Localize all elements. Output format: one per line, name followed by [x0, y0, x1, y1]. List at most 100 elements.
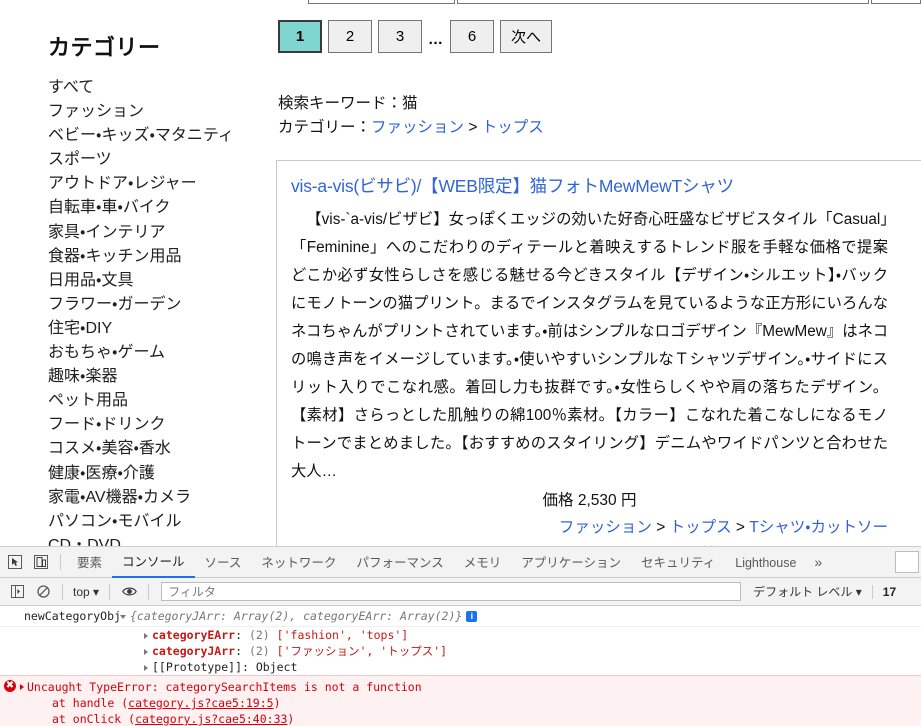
sidebar-item-pet[interactable]: ペット用品	[0, 389, 266, 413]
search-category-row: カテゴリー：ファッション > トップス	[278, 116, 544, 140]
stack-prefix-2: at onClick (	[52, 712, 135, 726]
devtools-tabbar: 要素 コンソール ソース ネットワーク パフォーマンス メモリ アプリケーション…	[0, 547, 921, 578]
tab-sources[interactable]: ソース	[195, 548, 252, 577]
expand-triangle-icon[interactable]	[120, 615, 126, 619]
search-keyword-row: 検索キーワード：猫	[278, 92, 544, 116]
tab-security[interactable]: セキュリティ	[631, 548, 725, 577]
tab-application[interactable]: アプリケーション	[511, 548, 631, 577]
console-context-value: top	[73, 585, 90, 599]
console-error-entry[interactable]: ✖ Uncaught TypeError: categorySearchItem…	[0, 675, 921, 726]
console-sidebar-toggle-icon[interactable]	[4, 579, 30, 605]
sidebar-title: カテゴリー	[48, 30, 266, 62]
pagination: 1 2 3 … 6 次へ	[278, 20, 558, 53]
console-context-selector[interactable]: top ▾	[69, 585, 103, 599]
more-tabs-icon[interactable]: »	[806, 554, 830, 570]
search-category-link-fashion[interactable]: ファッション	[371, 119, 464, 136]
pagination-page-3[interactable]: 3	[378, 20, 422, 53]
sidebar-item-cd-dvd[interactable]: CD・DVD	[0, 534, 266, 546]
sidebar-item-health[interactable]: 健康・医療・介護	[0, 462, 266, 486]
tab-console[interactable]: コンソール	[112, 547, 195, 578]
product-card-body: 【vis-`a-vis/ビザビ】女っぽくエッジの効いた好奇心旺盛なビザビスタイル…	[291, 206, 921, 546]
pagination-page-2[interactable]: 2	[328, 20, 372, 53]
prototype-label: [[Prototype]]: Object	[152, 660, 297, 674]
tab-lighthouse[interactable]: Lighthouse	[725, 548, 806, 577]
property-name-categoryJArr: categoryJArr	[152, 644, 235, 658]
console-toolbar-divider-1	[62, 584, 63, 600]
cursor-select-icon	[8, 555, 22, 569]
category-sidebar: カテゴリー すべて ファッション ベビー・キッズ・マタニティ スポーツ アウトド…	[0, 0, 266, 546]
product-title-link[interactable]: vis-a-vis(ビサビ)/【WEB限定】猫フォトMewMewTシャツ	[291, 173, 921, 198]
expand-triangle-icon-error[interactable]	[20, 684, 24, 690]
pagination-ellipsis: …	[428, 31, 444, 53]
console-object-property-row[interactable]: categoryEArr: (2) ['fashion', 'tops']	[0, 627, 921, 643]
sidebar-item-food-drink[interactable]: フード・ドリンク	[0, 413, 266, 437]
sidebar-item-fashion[interactable]: ファッション	[0, 100, 266, 124]
screenshot-root: カテゴリー すべて ファッション ベビー・キッズ・マタニティ スポーツ アウトド…	[0, 0, 921, 726]
stack-source-link-1[interactable]: category.js?cae5:19:5	[128, 696, 273, 710]
issues-counter[interactable]: 17	[872, 585, 896, 599]
tab-network[interactable]: ネットワーク	[251, 548, 346, 577]
product-breadcrumb-fashion[interactable]: ファッション	[559, 519, 652, 536]
inspect-element-icon[interactable]	[2, 549, 28, 575]
stack-prefix-1: at handle (	[52, 696, 128, 710]
tab-elements[interactable]: 要素	[67, 548, 112, 577]
sidebar-item-hobby[interactable]: 趣味・楽器	[0, 365, 266, 389]
sidebar-item-flower[interactable]: フラワー・ガーデン	[0, 293, 266, 317]
no-entry-icon	[37, 585, 50, 598]
property-name-categoryEArr: categoryEArr	[152, 628, 235, 642]
product-breadcrumb: ファッション > トップス > Tシャツ・カットソー	[291, 515, 888, 537]
console-object-prototype-row[interactable]: [[Prototype]]: Object	[0, 659, 921, 675]
property-space-2	[270, 644, 277, 658]
pagination-page-last[interactable]: 6	[450, 20, 494, 53]
chevron-down-icon-level: ▾	[856, 585, 862, 599]
property-count-2: (2)	[249, 644, 270, 658]
responsive-device-icon	[34, 555, 48, 569]
search-category-link-tops[interactable]: トップス	[482, 119, 544, 136]
pagination-page-1[interactable]: 1	[278, 20, 322, 53]
stack-source-link-2[interactable]: category.js?cae5:40:33	[135, 712, 287, 726]
console-error-stack-line-2: at onClick (category.js?cae5:40:33)	[0, 711, 921, 726]
tab-memory[interactable]: メモリ	[454, 548, 512, 577]
sidebar-item-daily-goods[interactable]: 日用品・文具	[0, 269, 266, 293]
sidebar-item-cosmetics[interactable]: コスメ・美容・香水	[0, 437, 266, 461]
console-output: newCategoryObj {categoryJArr: Array(2), …	[0, 606, 921, 675]
sidebar-item-kitchen[interactable]: 食器・キッチン用品	[0, 245, 266, 269]
sidebar-item-furniture[interactable]: 家具・インテリア	[0, 221, 266, 245]
product-price: 価格 2,530 円	[291, 488, 888, 510]
search-keyword-value: 猫	[402, 95, 418, 112]
sidebar-item-baby-kids[interactable]: ベビー・キッズ・マタニティ	[0, 124, 266, 148]
product-breadcrumb-tshirt[interactable]: Tシャツ・カットソー	[749, 519, 888, 536]
sidebar-item-housing-diy[interactable]: 住宅・DIY	[0, 317, 266, 341]
console-object-property-row-2[interactable]: categoryJArr: (2) ['ファッション', 'トップス']	[0, 643, 921, 659]
console-object-summary: {categoryJArr: Array(2), categoryEArr: A…	[130, 609, 462, 623]
webpage-viewport: カテゴリー すべて ファッション ベビー・キッズ・マタニティ スポーツ アウトド…	[0, 0, 921, 546]
expand-triangle-icon-earr[interactable]	[144, 633, 148, 639]
stack-suffix-1: )	[274, 696, 281, 710]
console-log-entry[interactable]: newCategoryObj {categoryJArr: Array(2), …	[0, 606, 921, 627]
sidebar-item-outdoor[interactable]: アウトドア・レジャー	[0, 172, 266, 196]
product-card[interactable]: vis-a-vis(ビサビ)/【WEB限定】猫フォトMewMewTシャツ 【vi…	[276, 160, 921, 546]
sidebar-item-pc-mobile[interactable]: パソコン・モバイル	[0, 510, 266, 534]
sidebar-item-all[interactable]: すべて	[0, 76, 266, 100]
toolbar-divider	[60, 554, 61, 570]
console-error-header: ✖ Uncaught TypeError: categorySearchItem…	[0, 679, 921, 695]
expand-triangle-icon-jarr[interactable]	[144, 649, 148, 655]
devtools-settings-button[interactable]	[895, 551, 919, 573]
property-values-1: ['fashion', 'tops']	[277, 628, 409, 642]
live-expression-icon[interactable]	[116, 579, 142, 605]
sidebar-item-toys-games[interactable]: おもちゃ・ゲーム	[0, 341, 266, 365]
product-breadcrumb-tops[interactable]: トップス	[670, 519, 732, 536]
info-badge-icon[interactable]: i	[466, 611, 477, 622]
tab-performance[interactable]: パフォーマンス	[346, 548, 453, 577]
sidebar-item-sports[interactable]: スポーツ	[0, 148, 266, 172]
product-breadcrumb-sep-1: >	[652, 519, 670, 536]
console-filter-input[interactable]: フィルタ	[161, 582, 741, 601]
pagination-next-button[interactable]: 次へ	[500, 20, 552, 53]
expand-triangle-icon-proto[interactable]	[144, 665, 148, 671]
device-toolbar-icon[interactable]	[28, 549, 54, 575]
clear-console-icon[interactable]	[30, 579, 56, 605]
property-count-1: (2)	[249, 628, 270, 642]
sidebar-item-appliances[interactable]: 家電・AV機器・カメラ	[0, 486, 266, 510]
sidebar-item-bike-car[interactable]: 自転車・車・バイク	[0, 196, 266, 220]
console-log-level-selector[interactable]: デフォルト レベル ▾	[753, 583, 862, 600]
